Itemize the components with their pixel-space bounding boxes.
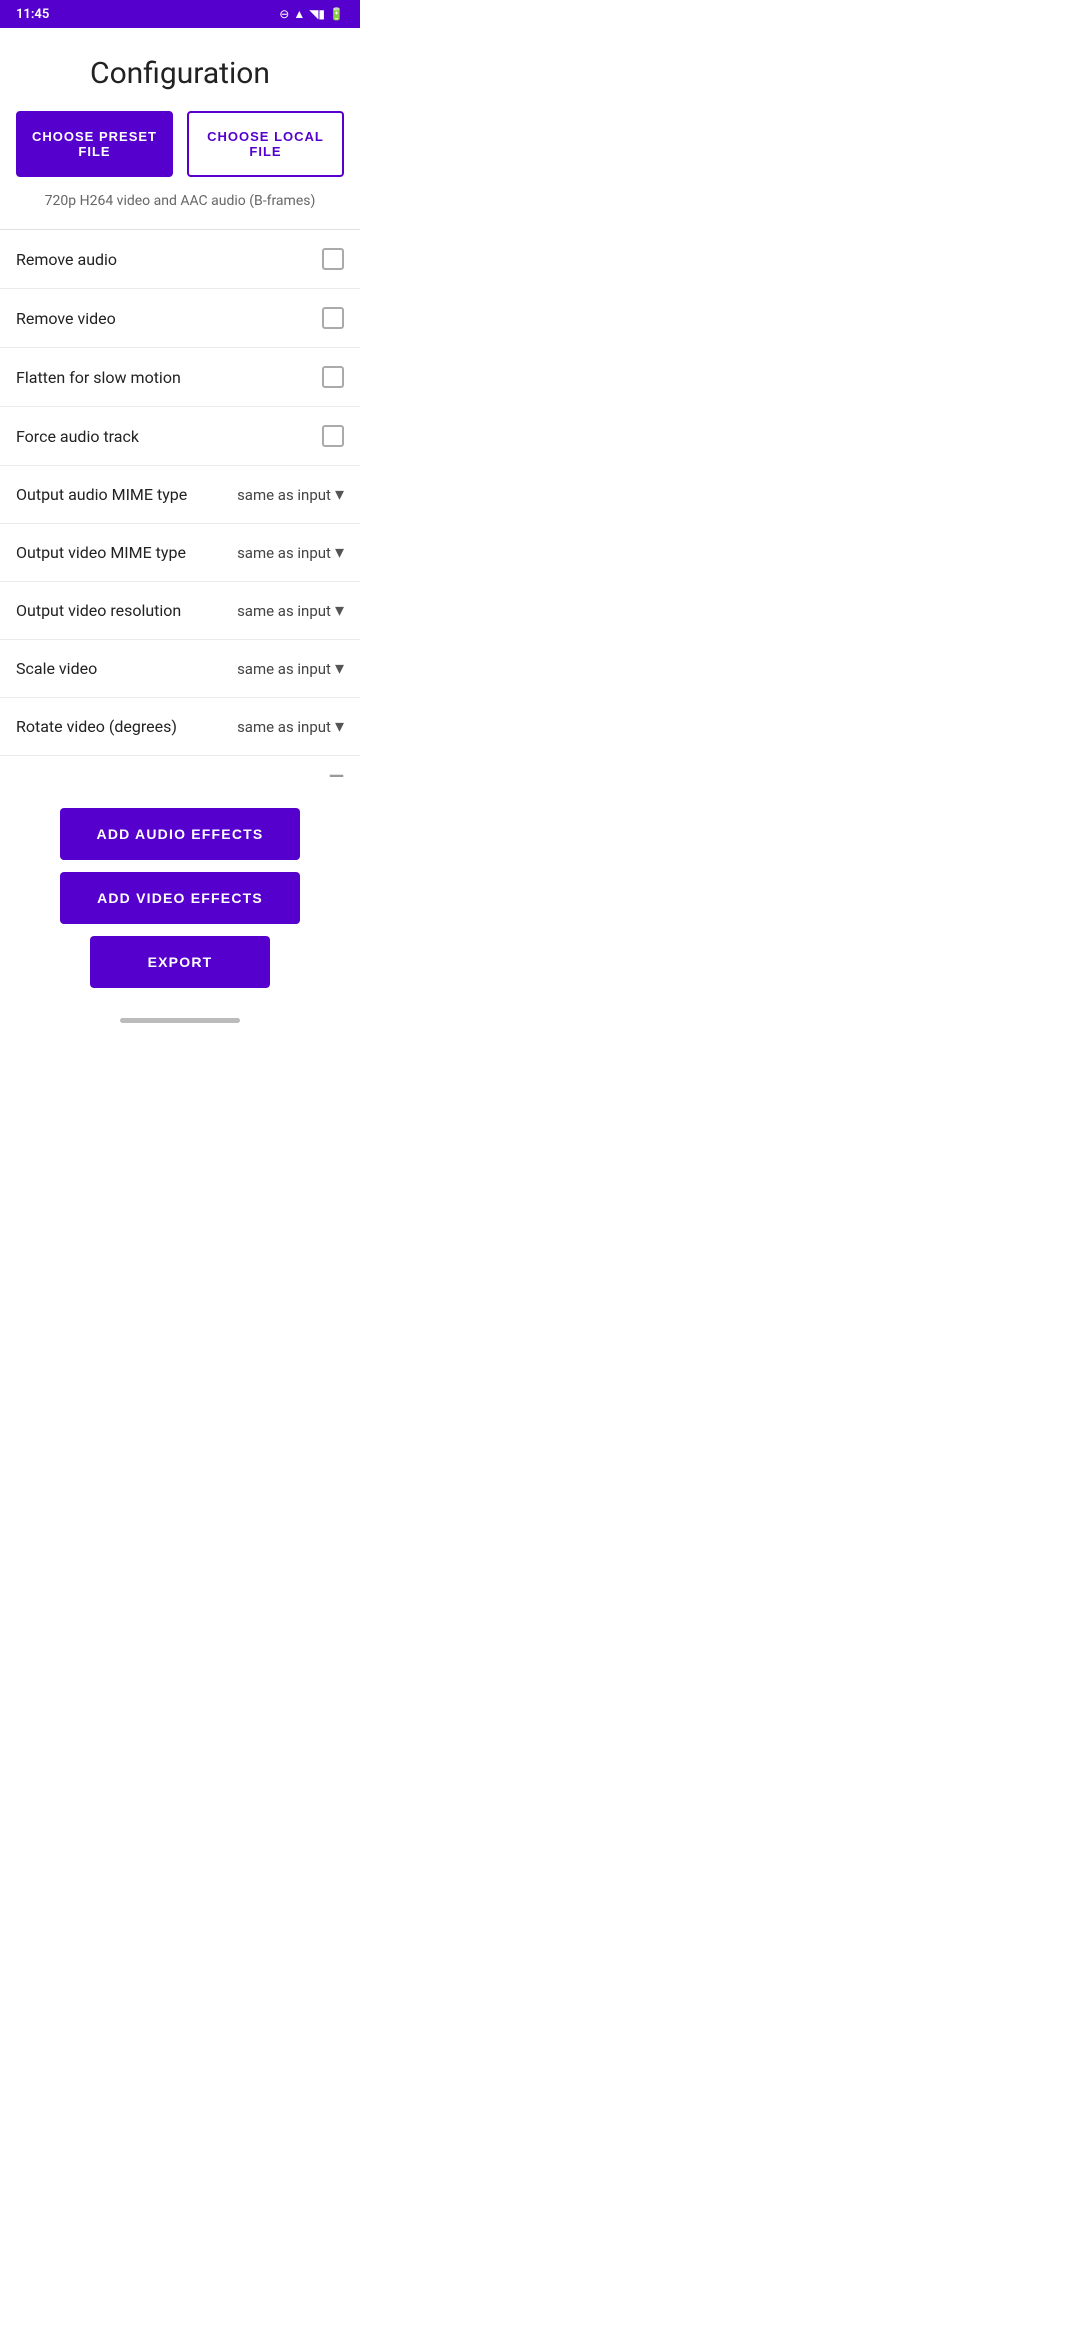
dropdown-output-video-resolution[interactable]: Output video resolution same as input ▾ (0, 582, 360, 640)
option-remove-audio: Remove audio (0, 230, 360, 289)
battery-icon: 🔋 (329, 7, 344, 21)
choose-local-file-button[interactable]: CHOOSE LOCAL FILE (187, 111, 344, 177)
rotate-video-value[interactable]: same as input ▾ (237, 716, 344, 737)
remove-audio-label: Remove audio (16, 250, 117, 269)
export-button[interactable]: EXPORT (90, 936, 270, 988)
chevron-down-icon: ▾ (335, 484, 344, 505)
scale-video-value[interactable]: same as input ▾ (237, 658, 344, 679)
force-audio-track-checkbox[interactable] (322, 425, 344, 447)
home-indicator (120, 1018, 240, 1023)
wifi-icon: ▲ (293, 7, 305, 21)
output-audio-mime-text: same as input (237, 486, 331, 504)
remove-audio-checkbox[interactable] (322, 248, 344, 270)
option-force-audio-track: Force audio track (0, 407, 360, 466)
chevron-down-icon: ▾ (335, 658, 344, 679)
scale-video-label: Scale video (16, 659, 97, 678)
choose-preset-file-button[interactable]: CHOOSE PRESET FILE (16, 111, 173, 177)
status-bar: 11:45 ⊖ ▲ ◥▮ 🔋 (0, 0, 360, 28)
option-flatten-slow-motion: Flatten for slow motion (0, 348, 360, 407)
action-buttons-container: ADD AUDIO EFFECTS ADD VIDEO EFFECTS EXPO… (0, 792, 360, 1008)
flatten-slow-motion-label: Flatten for slow motion (16, 368, 181, 387)
bottom-bar (0, 1008, 360, 1032)
remove-video-checkbox[interactable] (322, 307, 344, 329)
status-time: 11:45 (16, 7, 49, 22)
output-video-mime-text: same as input (237, 544, 331, 562)
output-video-mime-label: Output video MIME type (16, 543, 186, 562)
file-button-row: CHOOSE PRESET FILE CHOOSE LOCAL FILE (0, 111, 360, 189)
separator-dash: — (0, 756, 360, 792)
chevron-down-icon: ▾ (335, 542, 344, 563)
page-title: Configuration (0, 28, 360, 111)
chevron-down-icon: ▾ (335, 600, 344, 621)
output-audio-mime-label: Output audio MIME type (16, 485, 187, 504)
output-video-mime-value[interactable]: same as input ▾ (237, 542, 344, 563)
output-audio-mime-value[interactable]: same as input ▾ (237, 484, 344, 505)
add-video-effects-button[interactable]: ADD VIDEO EFFECTS (60, 872, 300, 924)
add-audio-effects-button[interactable]: ADD AUDIO EFFECTS (60, 808, 300, 860)
output-video-resolution-text: same as input (237, 602, 331, 620)
dropdown-scale-video[interactable]: Scale video same as input ▾ (0, 640, 360, 698)
rotate-video-label: Rotate video (degrees) (16, 717, 177, 736)
force-audio-track-label: Force audio track (16, 427, 139, 446)
signal-icon: ◥▮ (309, 7, 325, 21)
do-not-disturb-icon: ⊖ (279, 7, 289, 21)
dropdown-output-audio-mime[interactable]: Output audio MIME type same as input ▾ (0, 466, 360, 524)
option-remove-video: Remove video (0, 289, 360, 348)
dropdown-output-video-mime[interactable]: Output video MIME type same as input ▾ (0, 524, 360, 582)
status-icons: ⊖ ▲ ◥▮ 🔋 (279, 7, 344, 21)
remove-video-label: Remove video (16, 309, 116, 328)
scale-video-text: same as input (237, 660, 331, 678)
output-video-resolution-value[interactable]: same as input ▾ (237, 600, 344, 621)
flatten-slow-motion-checkbox[interactable] (322, 366, 344, 388)
rotate-video-text: same as input (237, 718, 331, 736)
preset-description: 720p H264 video and AAC audio (B-frames) (0, 189, 360, 229)
dropdown-rotate-video[interactable]: Rotate video (degrees) same as input ▾ (0, 698, 360, 756)
chevron-down-icon: ▾ (335, 716, 344, 737)
output-video-resolution-label: Output video resolution (16, 601, 181, 620)
